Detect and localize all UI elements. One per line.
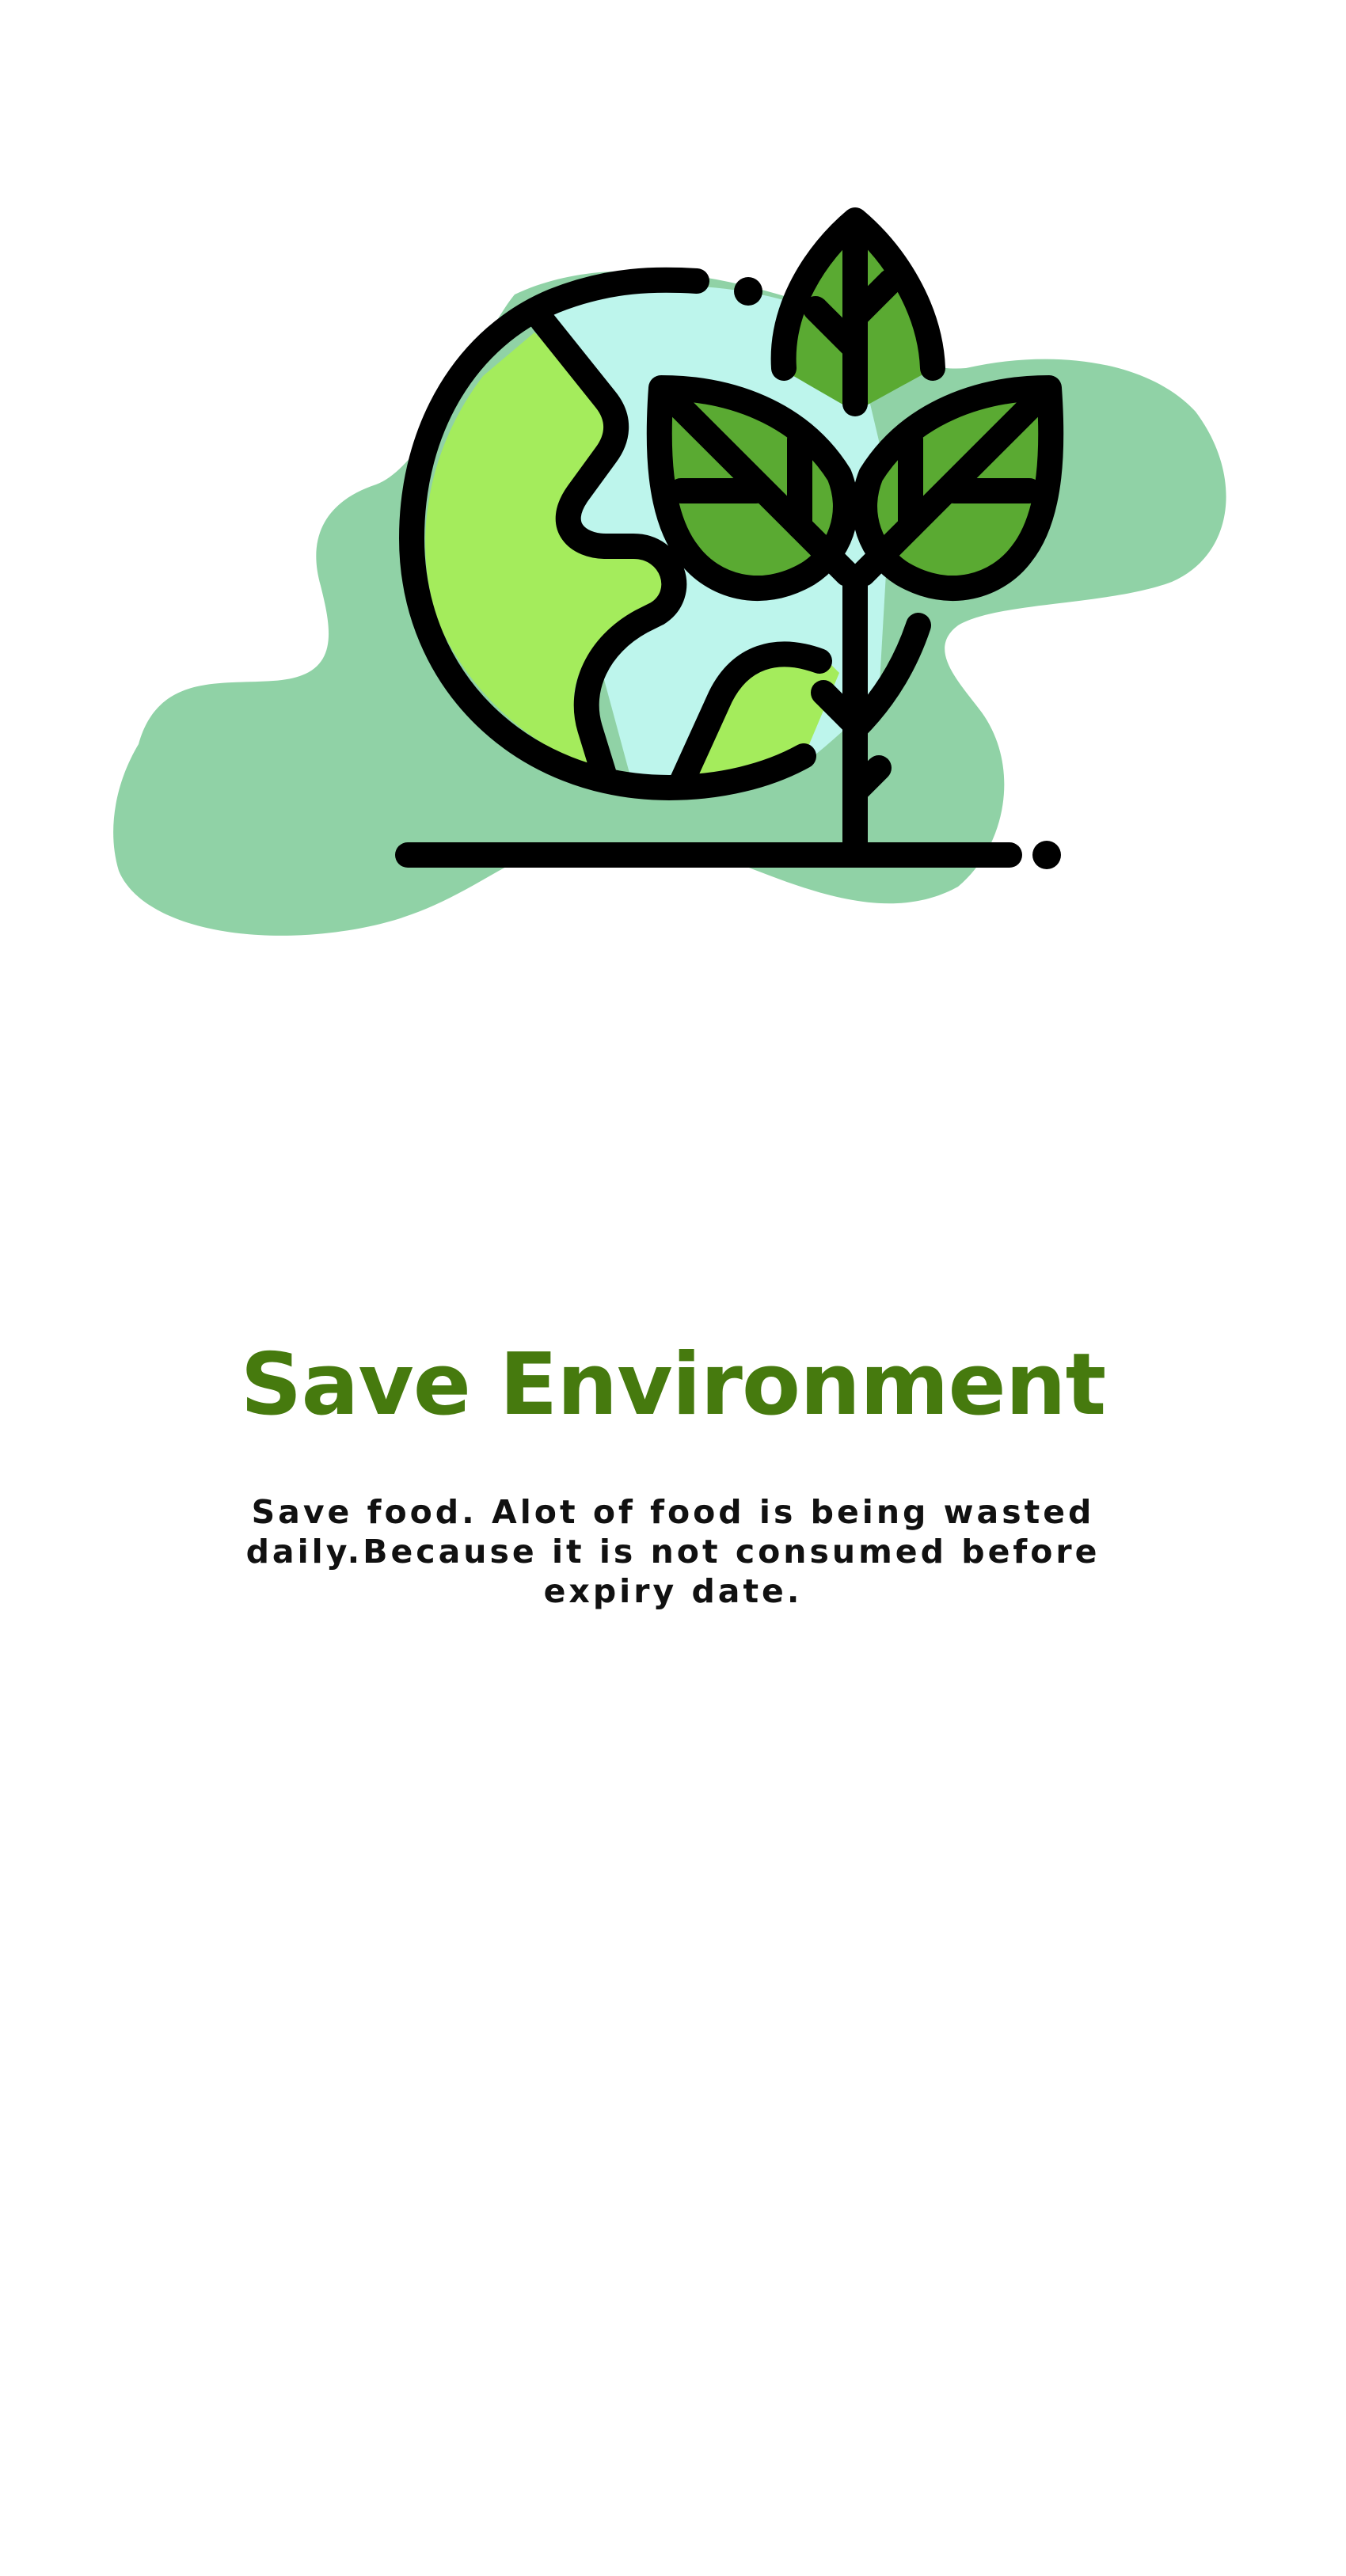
onboarding-screen: Save Environment Save food. Alot of food… bbox=[0, 0, 1346, 2576]
dot-top bbox=[734, 277, 762, 306]
dot-ground bbox=[1032, 841, 1061, 869]
page-description: Save food. Alot of food is being wasted … bbox=[245, 1493, 1101, 1610]
hero-illustration bbox=[0, 0, 1346, 950]
earth-with-plant-icon bbox=[113, 207, 1226, 936]
page-title: Save Environment bbox=[240, 1335, 1107, 1434]
